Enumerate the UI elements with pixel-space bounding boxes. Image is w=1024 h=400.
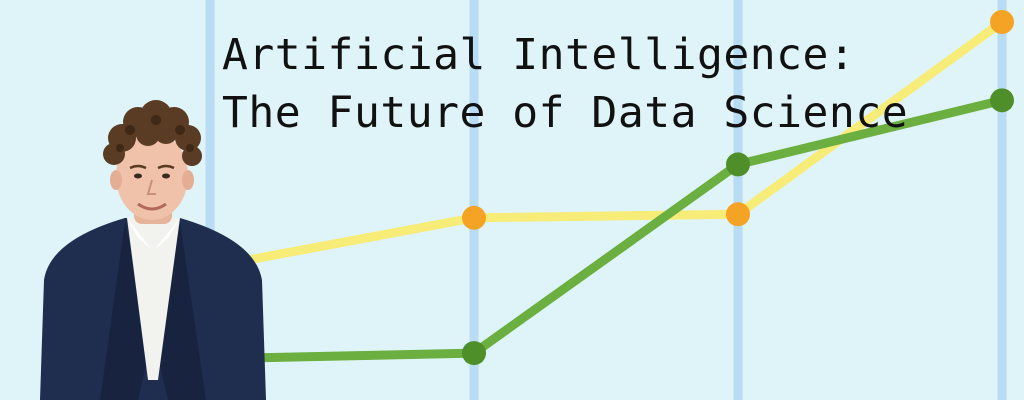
data-point-green-3 xyxy=(990,88,1014,113)
title-line-2: The Future of Data Science xyxy=(222,88,909,138)
data-point-green-1 xyxy=(462,341,486,366)
banner: Artificial Intelligence: The Future of D… xyxy=(0,0,1024,400)
data-point-yellow-3 xyxy=(990,10,1014,34)
title-line-1: Artificial Intelligence: xyxy=(222,30,856,80)
presenter-photo xyxy=(40,100,266,400)
data-point-green-2 xyxy=(726,152,750,177)
page-title: Artificial Intelligence: The Future of D… xyxy=(222,26,908,142)
data-point-yellow-2 xyxy=(726,202,750,227)
data-point-yellow-1 xyxy=(462,205,486,230)
